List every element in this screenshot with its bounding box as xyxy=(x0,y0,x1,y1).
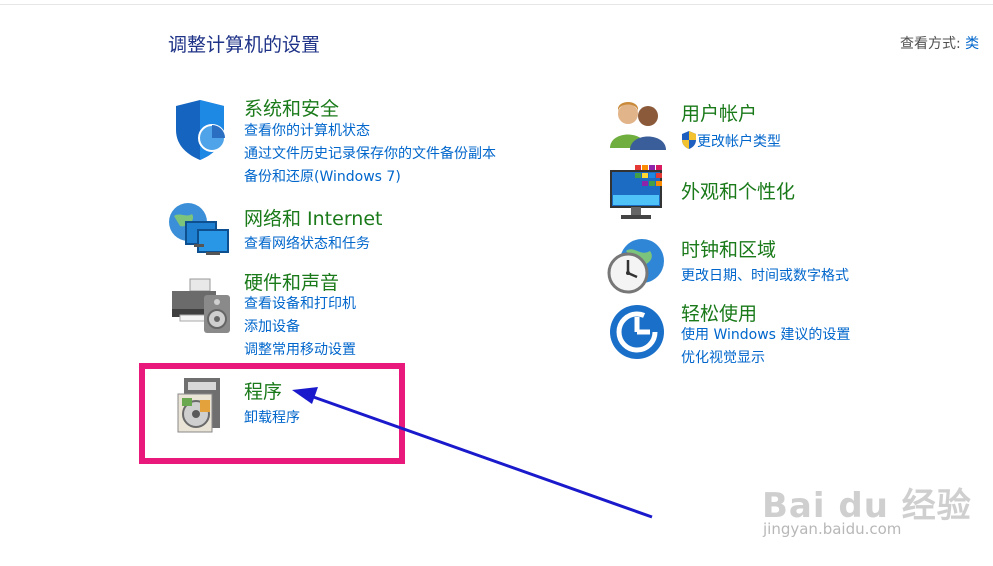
link-backup-restore[interactable]: 备份和还原(Windows 7) xyxy=(244,169,401,186)
view-by-label: 查看方式: xyxy=(900,36,961,52)
network-icon[interactable] xyxy=(168,202,229,262)
top-divider xyxy=(0,4,993,5)
category-title-network-internet[interactable]: 网络和 Internet xyxy=(244,204,382,231)
shield-icon[interactable] xyxy=(170,100,230,160)
link-optimize-visual-display[interactable]: 优化视觉显示 xyxy=(681,350,765,367)
category-title-system-security[interactable]: 系统和安全 xyxy=(244,94,339,121)
link-network-status[interactable]: 查看网络状态和任务 xyxy=(244,236,370,253)
view-by-dropdown[interactable]: 类 xyxy=(965,36,979,52)
link-mobility-settings[interactable]: 调整常用移动设置 xyxy=(244,342,356,359)
category-title-ease-of-access[interactable]: 轻松使用 xyxy=(681,299,757,326)
users-icon[interactable] xyxy=(608,100,668,160)
category-title-user-accounts[interactable]: 用户帐户 xyxy=(681,99,757,126)
ease-of-access-icon[interactable] xyxy=(608,303,668,363)
category-title-clock-region[interactable]: 时钟和区域 xyxy=(681,235,776,262)
link-recommended-settings[interactable]: 使用 Windows 建议的设置 xyxy=(681,327,850,344)
link-add-device[interactable]: 添加设备 xyxy=(244,319,300,336)
highlight-box xyxy=(139,363,405,464)
link-file-history-backup[interactable]: 通过文件历史记录保存你的文件备份副本 xyxy=(244,146,496,163)
clock-globe-icon[interactable] xyxy=(606,237,666,297)
page-title: 调整计算机的设置 xyxy=(168,34,321,56)
category-title-hardware-sound[interactable]: 硬件和声音 xyxy=(244,268,339,295)
link-change-account-type-label: 更改帐户类型 xyxy=(697,134,781,150)
category-title-appearance[interactable]: 外观和个性化 xyxy=(681,177,795,204)
link-change-date-time-format[interactable]: 更改日期、时间或数字格式 xyxy=(681,268,849,285)
link-devices-printers[interactable]: 查看设备和打印机 xyxy=(244,296,356,313)
printer-icon[interactable] xyxy=(170,275,230,335)
watermark-url: jingyan.baidu.com xyxy=(763,520,902,538)
link-view-computer-status[interactable]: 查看你的计算机状态 xyxy=(244,123,370,140)
view-by: 查看方式: 类 xyxy=(900,33,979,53)
link-change-account-type[interactable]: 更改帐户类型 xyxy=(681,131,781,151)
uac-shield-icon xyxy=(682,131,696,149)
appearance-icon[interactable] xyxy=(609,165,669,225)
